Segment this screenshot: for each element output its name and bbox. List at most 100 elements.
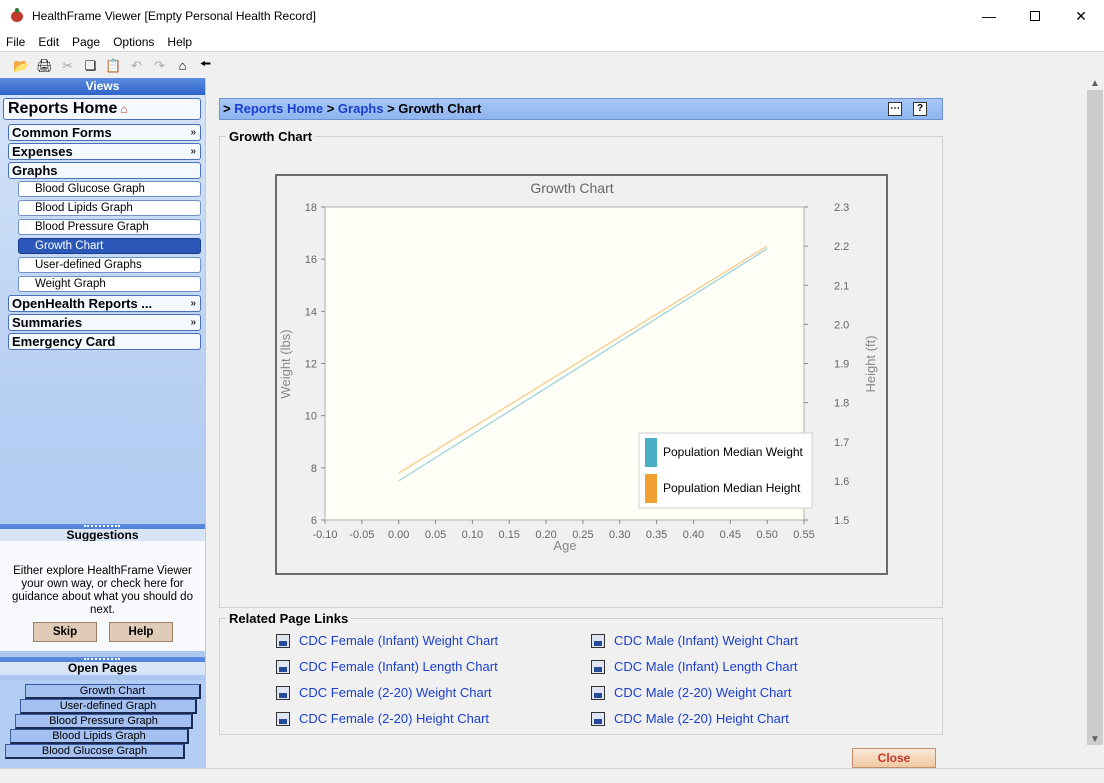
maximize-button[interactable]	[1012, 0, 1058, 32]
y2-tick-label: 2.1	[834, 280, 849, 292]
minimize-button[interactable]: —	[966, 0, 1012, 32]
chevron-down-icon: »	[190, 127, 196, 138]
y2-tick-label: 1.7	[834, 437, 849, 449]
related-link[interactable]: CDC Female (Infant) Length Chart	[276, 659, 498, 674]
sidebar-item-weight[interactable]: Weight Graph	[18, 276, 201, 292]
open-page-tab[interactable]: Blood Glucose Graph	[5, 744, 185, 759]
page-link-icon	[591, 711, 605, 726]
y-tick-label: 18	[305, 202, 317, 214]
sidebar-item-user-defined[interactable]: User-defined Graphs	[18, 257, 201, 273]
link-text[interactable]: CDC Female (Infant) Weight Chart	[299, 633, 498, 648]
sidebar-item-blood-glucose[interactable]: Blood Glucose Graph	[18, 181, 201, 197]
vertical-scrollbar[interactable]: ▲ ▼	[1086, 78, 1104, 768]
group-graphs[interactable]: Graphs	[8, 162, 201, 179]
undo-icon[interactable]: ↶	[125, 55, 148, 77]
sidebar-item-blood-pressure[interactable]: Blood Pressure Graph	[18, 219, 201, 235]
page-link-icon	[276, 659, 290, 674]
cut-icon[interactable]: ✂	[56, 55, 79, 77]
open-folder-icon[interactable]: 📂	[10, 55, 33, 77]
group-expenses[interactable]: Expenses »	[8, 143, 201, 160]
group-label: Emergency Card	[12, 334, 116, 349]
scroll-thumb[interactable]	[1087, 90, 1103, 745]
help-button[interactable]: Help	[109, 622, 173, 642]
menu-page[interactable]: Page	[66, 35, 107, 49]
breadcrumb-sep: >	[326, 101, 335, 116]
x-tick-label: 0.05	[425, 529, 446, 541]
open-pages-header: Open Pages	[0, 662, 205, 675]
breadcrumb-home-link[interactable]: Reports Home	[234, 101, 323, 116]
link-text[interactable]: CDC Female (2-20) Weight Chart	[299, 685, 492, 700]
open-page-tab[interactable]: User-defined Graph	[20, 699, 197, 714]
x-tick-label: -0.05	[349, 529, 374, 541]
link-text[interactable]: CDC Male (Infant) Length Chart	[614, 659, 798, 674]
related-link[interactable]: CDC Female (2-20) Height Chart	[276, 711, 489, 726]
x-tick-label: 0.40	[683, 529, 704, 541]
app-icon	[9, 8, 25, 24]
related-link[interactable]: CDC Male (2-20) Height Chart	[591, 711, 789, 726]
skip-button[interactable]: Skip	[33, 622, 97, 642]
link-text[interactable]: CDC Female (2-20) Height Chart	[299, 711, 489, 726]
toolbar: 📂 🖨 ✂ ❏ 📋 ↶ ↷ ⌂ 🠘	[0, 53, 1104, 78]
link-text[interactable]: CDC Male (2-20) Height Chart	[614, 711, 789, 726]
scroll-down-icon[interactable]: ▼	[1086, 734, 1104, 746]
suggestions-text: Either explore HealthFrame Viewer your o…	[12, 565, 193, 616]
y-axis-label: Weight (lbs)	[278, 329, 293, 398]
back-arrow-icon[interactable]: 🠘	[194, 55, 217, 77]
group-label: OpenHealth Reports ...	[12, 296, 153, 311]
y-tick-label: 12	[305, 359, 317, 371]
related-link[interactable]: CDC Male (2-20) Weight Chart	[591, 685, 791, 700]
open-page-tab[interactable]: Blood Pressure Graph	[15, 714, 193, 729]
x-tick-label: 0.30	[609, 529, 630, 541]
y-tick-label: 16	[305, 254, 317, 266]
sidebar-item-growth-chart[interactable]: Growth Chart	[18, 238, 201, 254]
y2-tick-label: 2.3	[834, 202, 849, 214]
scroll-up-icon[interactable]: ▲	[1086, 78, 1104, 90]
home-icon[interactable]: ⌂	[171, 55, 194, 77]
x-tick-label: 0.55	[793, 529, 814, 541]
related-link[interactable]: CDC Male (Infant) Length Chart	[591, 659, 798, 674]
house-icon: ⌂	[120, 102, 128, 116]
paste-icon[interactable]: 📋	[102, 55, 125, 77]
x-tick-label: 0.45	[720, 529, 741, 541]
breadcrumb-graphs-link[interactable]: Graphs	[338, 101, 384, 116]
menu-options[interactable]: Options	[107, 35, 161, 49]
reports-home-button[interactable]: Reports Home ⌂	[3, 98, 201, 120]
menu-help[interactable]: Help	[161, 35, 199, 49]
related-link[interactable]: CDC Female (2-20) Weight Chart	[276, 685, 492, 700]
legend-swatch-weight	[645, 438, 657, 467]
redo-icon[interactable]: ↷	[148, 55, 171, 77]
suggestions-panel: Either explore HealthFrame Viewer your o…	[0, 541, 205, 651]
related-title: Related Page Links	[226, 611, 352, 626]
more-icon[interactable]: ⋯	[888, 102, 902, 116]
help-icon[interactable]: ?	[913, 102, 927, 116]
suggestions-splitter[interactable]: Suggestions	[0, 524, 205, 542]
legend-swatch-height	[645, 474, 657, 503]
x-tick-label: 0.35	[646, 529, 667, 541]
page-link-icon	[591, 633, 605, 648]
related-link[interactable]: CDC Female (Infant) Weight Chart	[276, 633, 498, 648]
related-link[interactable]: CDC Male (Infant) Weight Chart	[591, 633, 798, 648]
menu-edit[interactable]: Edit	[32, 35, 66, 49]
group-summaries[interactable]: Summaries »	[8, 314, 201, 331]
close-button[interactable]: Close	[852, 748, 936, 768]
group-openhealth[interactable]: OpenHealth Reports ... »	[8, 295, 201, 312]
y2-tick-label: 2.2	[834, 241, 849, 253]
copy-icon[interactable]: ❏	[79, 55, 102, 77]
link-text[interactable]: CDC Female (Infant) Length Chart	[299, 659, 498, 674]
x-tick-label: -0.10	[312, 529, 337, 541]
close-window-button[interactable]: ✕	[1058, 0, 1104, 32]
y-tick-label: 10	[305, 411, 317, 423]
open-pages-splitter[interactable]: Open Pages	[0, 657, 205, 675]
link-text[interactable]: CDC Male (Infant) Weight Chart	[614, 633, 798, 648]
menu-file[interactable]: File	[0, 35, 32, 49]
page-link-icon	[276, 711, 290, 726]
open-page-tab[interactable]: Blood Lipids Graph	[10, 729, 189, 744]
link-text[interactable]: CDC Male (2-20) Weight Chart	[614, 685, 791, 700]
print-icon[interactable]: 🖨	[33, 55, 56, 77]
group-common-forms[interactable]: Common Forms »	[8, 124, 201, 141]
y-tick-label: 6	[311, 515, 317, 527]
page-link-icon	[591, 659, 605, 674]
sidebar-item-blood-lipids[interactable]: Blood Lipids Graph	[18, 200, 201, 216]
group-emergency[interactable]: Emergency Card	[8, 333, 201, 350]
open-page-tab[interactable]: Growth Chart	[25, 684, 201, 699]
